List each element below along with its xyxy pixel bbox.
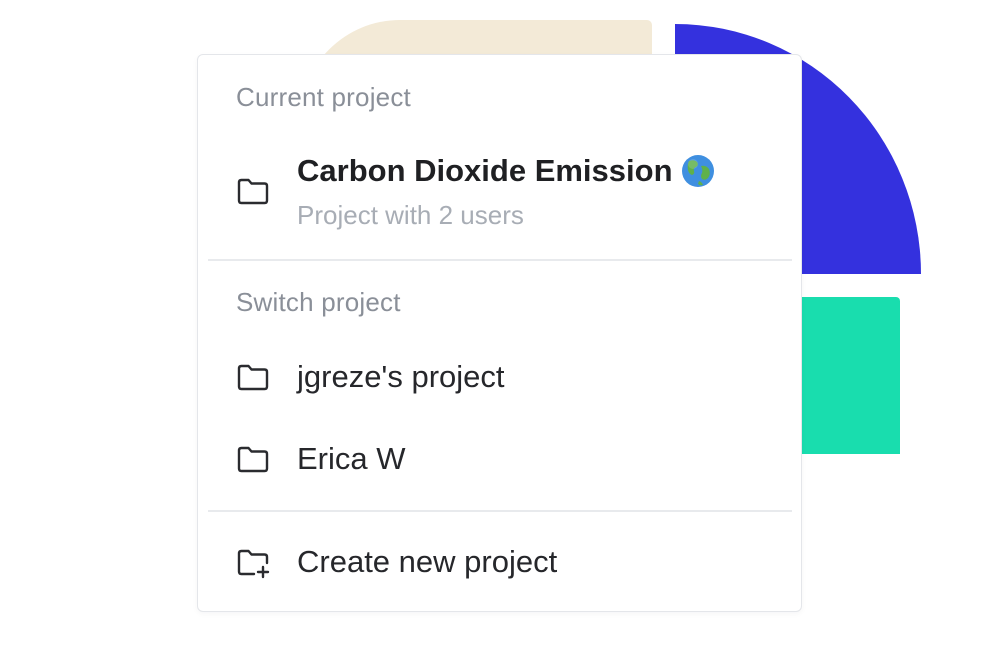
project-label: Erica W xyxy=(297,441,406,476)
project-switcher-dropdown: Current project Carbon Dioxide Emission xyxy=(197,54,802,612)
folder-icon xyxy=(236,444,270,474)
current-project-title-row: Carbon Dioxide Emission xyxy=(297,153,715,189)
divider xyxy=(208,259,792,261)
folder-icon xyxy=(236,176,270,206)
folder-icon xyxy=(236,362,270,392)
folder-plus-icon xyxy=(236,547,270,579)
create-new-project-label: Create new project xyxy=(297,544,558,579)
divider xyxy=(208,510,792,512)
page-canvas: Current project Carbon Dioxide Emission xyxy=(0,0,1000,667)
current-project-subtitle: Project with 2 users xyxy=(297,200,524,230)
globe-icon xyxy=(681,154,715,188)
current-project-title: Carbon Dioxide Emission xyxy=(297,153,673,188)
current-project-section-label: Current project xyxy=(236,82,411,112)
switch-project-section-label: Switch project xyxy=(236,287,401,317)
decorative-green-block xyxy=(790,297,900,454)
project-label: jgreze's project xyxy=(297,359,505,394)
